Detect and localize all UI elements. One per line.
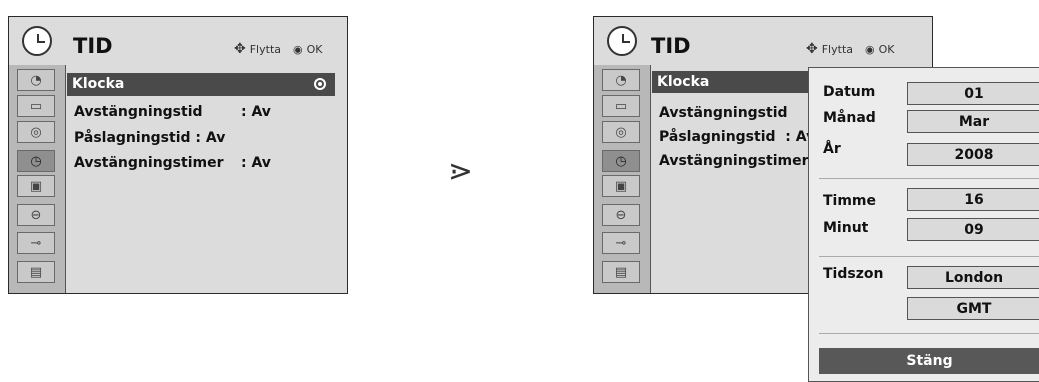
lock-box-icon[interactable]: ▣ (602, 175, 640, 197)
lock-box-icon[interactable]: ▣ (17, 175, 55, 197)
clock-icon[interactable]: ◷ (17, 150, 55, 172)
divider (819, 333, 1039, 334)
year-label: År (823, 141, 841, 157)
menu-item-paslagningstid[interactable]: Påslagningstid : Av (74, 130, 225, 146)
move-arrows-icon: ✥ (234, 41, 246, 57)
cable-icon[interactable]: ⊸ (602, 232, 640, 254)
menu-item-label: Avstängningstimer (74, 155, 224, 171)
padlock-icon[interactable]: ⊖ (602, 204, 640, 226)
hour-field[interactable]: 16 (907, 188, 1039, 211)
ok-hint-label: OK (306, 42, 323, 56)
menu-item-avstangningstimer[interactable]: Avstängningstimer (659, 153, 809, 169)
menu-item-paslagningstid[interactable]: Påslagningstid : Av (659, 129, 815, 145)
menu-clock-icon (594, 17, 650, 65)
move-arrows-icon: ✥ (806, 41, 818, 57)
clock-icon[interactable]: ◷ (602, 150, 640, 172)
divider (819, 256, 1039, 257)
satellite-icon[interactable]: ◔ (602, 69, 640, 91)
tid-menu-left: TID ✥ Flytta ◉ OK ◔ ▭ ◎ ◷ ▣ ⊖ ⊸ ▤ Klocka… (8, 16, 348, 294)
menu-clock-icon (9, 17, 65, 65)
padlock-icon[interactable]: ⊖ (17, 204, 55, 226)
menu-item-value: : Av (241, 155, 271, 171)
year-field[interactable]: 2008 (907, 143, 1039, 166)
clock-settings-popup: Datum 01 Månad Mar År 2008 Timme 16 Minu… (808, 67, 1039, 382)
speaker-icon[interactable]: ◎ (17, 121, 55, 143)
clapperboard-icon[interactable]: ▤ (602, 261, 640, 283)
category-sidebar: ◔ ▭ ◎ ◷ ▣ ⊖ ⊸ ▤ (594, 65, 651, 293)
month-label: Månad (823, 110, 876, 126)
satellite-icon[interactable]: ◔ (17, 69, 55, 91)
menu-item-label: Klocka (657, 74, 710, 90)
move-hint-label: Flytta (249, 42, 281, 56)
cable-icon[interactable]: ⊸ (17, 232, 55, 254)
month-field[interactable]: Mar (907, 110, 1039, 133)
timezone-label: Tidszon (823, 266, 884, 282)
date-field[interactable]: 01 (907, 82, 1039, 105)
minute-field[interactable]: 09 (907, 218, 1039, 241)
tv-icon[interactable]: ▭ (602, 95, 640, 117)
menu-title: TID (651, 34, 691, 58)
clapperboard-icon[interactable]: ▤ (17, 261, 55, 283)
menu-item-value: : Av (241, 104, 271, 120)
nav-hint: ✥ Flytta ◉ OK (234, 41, 322, 57)
ok-button-icon: ◉ (865, 42, 875, 56)
menu-title: TID (73, 34, 113, 58)
hour-label: Timme (823, 193, 877, 209)
ok-button-icon: ◉ (293, 42, 303, 56)
menu-item-avstangningstimer[interactable]: Avstängningstimer (74, 155, 224, 171)
transition-arrow-icon: ⋗ (448, 154, 474, 189)
category-sidebar: ◔ ▭ ◎ ◷ ▣ ⊖ ⊸ ▤ (9, 65, 66, 293)
menu-item-avstangningstid[interactable]: Avstängningstid (74, 104, 203, 120)
minute-label: Minut (823, 220, 869, 236)
selected-radio-icon (314, 78, 326, 90)
divider (819, 178, 1039, 179)
tv-icon[interactable]: ▭ (17, 95, 55, 117)
nav-hint: ✥ Flytta ◉ OK (806, 41, 894, 57)
menu-item-label: Avstängningstid (74, 104, 203, 120)
close-button[interactable]: Stäng (819, 348, 1039, 374)
speaker-icon[interactable]: ◎ (602, 121, 640, 143)
timezone-city-field[interactable]: London (907, 266, 1039, 289)
timezone-code-field[interactable]: GMT (907, 297, 1039, 320)
ok-hint-label: OK (878, 42, 895, 56)
menu-item-avstangningstid[interactable]: Avstängningstid (659, 105, 788, 121)
date-label: Datum (823, 84, 876, 100)
menu-item-label: Klocka (72, 76, 125, 92)
move-hint-label: Flytta (821, 42, 853, 56)
menu-item-klocka[interactable]: Klocka (67, 73, 335, 96)
